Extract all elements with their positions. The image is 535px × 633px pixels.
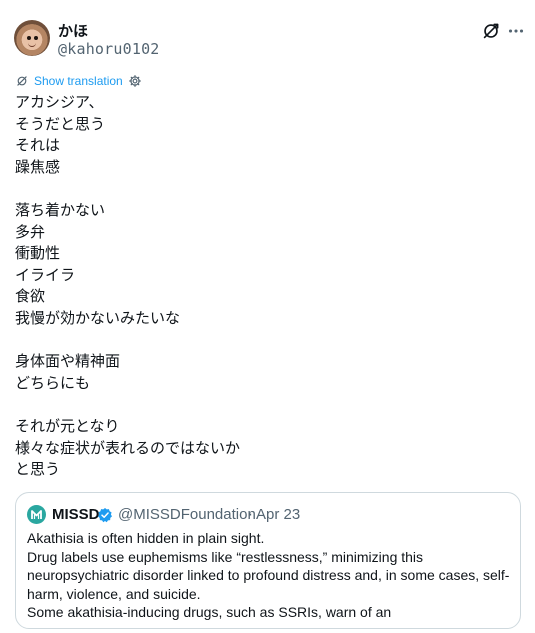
tweet-text-line: それは: [15, 136, 61, 155]
tweet-text-line: 様々な症状が表れるのではないか: [15, 438, 241, 457]
avatar-eye-left: [27, 36, 31, 40]
tweet-text-line: [15, 330, 520, 352]
quoted-text-line: Some akathisia-inducing drugs, such as S…: [27, 604, 392, 620]
gear-icon[interactable]: [128, 74, 142, 88]
tweet-text-line: そうだと思う: [15, 114, 106, 133]
verified-badge-icon: [98, 508, 112, 523]
tweet-text-line: それが元となり: [15, 416, 120, 435]
tweet-text-line: 衝動性: [15, 244, 61, 263]
grok-icon[interactable]: [480, 20, 502, 42]
tweet-text-line: [15, 178, 520, 200]
tweet-text-line: 落ち着かない: [15, 200, 106, 219]
tweet-text-line: 躁焦感: [15, 157, 61, 176]
tweet-text-line: 多弁: [15, 222, 46, 241]
avatar-mouth: [28, 43, 36, 47]
quoted-tweet-text: Akathisia is often hidden in plain sight…: [27, 529, 515, 622]
translate-row[interactable]: Show translation: [15, 72, 142, 90]
quoted-text-line: Akathisia is often hidden in plain sight…: [27, 530, 265, 546]
tweet-text: アカシジア、 そうだと思う それは躁焦感落ち着かない 多弁衝動性イライラ食欲我慢が効か…: [15, 92, 520, 481]
quoted-author-handle[interactable]: @MISSDFoundation: [118, 506, 256, 524]
grok-translate-icon: [17, 76, 27, 86]
more-options-icon[interactable]: [505, 20, 527, 42]
avatar-eye-right: [34, 36, 38, 40]
author-handle[interactable]: @kahoru0102: [58, 40, 160, 58]
tweet-text-line: 我慢が効かないみたいな: [15, 308, 181, 327]
quoted-text-line: Drug labels use euphemisms like “restles…: [27, 548, 424, 565]
tweet-container: かほ @kahoru0102 Show translation アカシジア、 そう…: [0, 0, 535, 633]
tweet-text-line: 身体面や精神面: [15, 352, 121, 371]
quoted-tweet-date[interactable]: Apr 23: [256, 506, 300, 524]
quoted-meta-separator: ·: [248, 506, 253, 524]
tweet-text-line: イライラ: [15, 265, 76, 284]
tweet-text-line: と思う: [15, 460, 61, 479]
tweet-text-line: [15, 394, 520, 416]
tweet-text-line: どちらにも: [15, 373, 91, 392]
quoted-tweet-card[interactable]: MISSD @MISSDFoundation · Apr 23 Akathisi…: [15, 492, 521, 629]
author-display-name[interactable]: かほ: [58, 22, 88, 40]
tweet-text-line: アカシジア、: [15, 93, 104, 111]
quoted-author-avatar[interactable]: [27, 505, 46, 524]
author-avatar[interactable]: [14, 20, 50, 56]
quoted-text-line: neuropsychiatric disorder linked to prof…: [27, 567, 510, 583]
missd-logo-icon: [31, 510, 42, 519]
quoted-author-name[interactable]: MISSD: [52, 506, 100, 524]
show-translation-link[interactable]: Show translation: [34, 74, 123, 88]
tweet-text-line: 食欲: [15, 287, 46, 306]
quoted-text-line: harm, violence, and suicide.: [27, 585, 201, 602]
